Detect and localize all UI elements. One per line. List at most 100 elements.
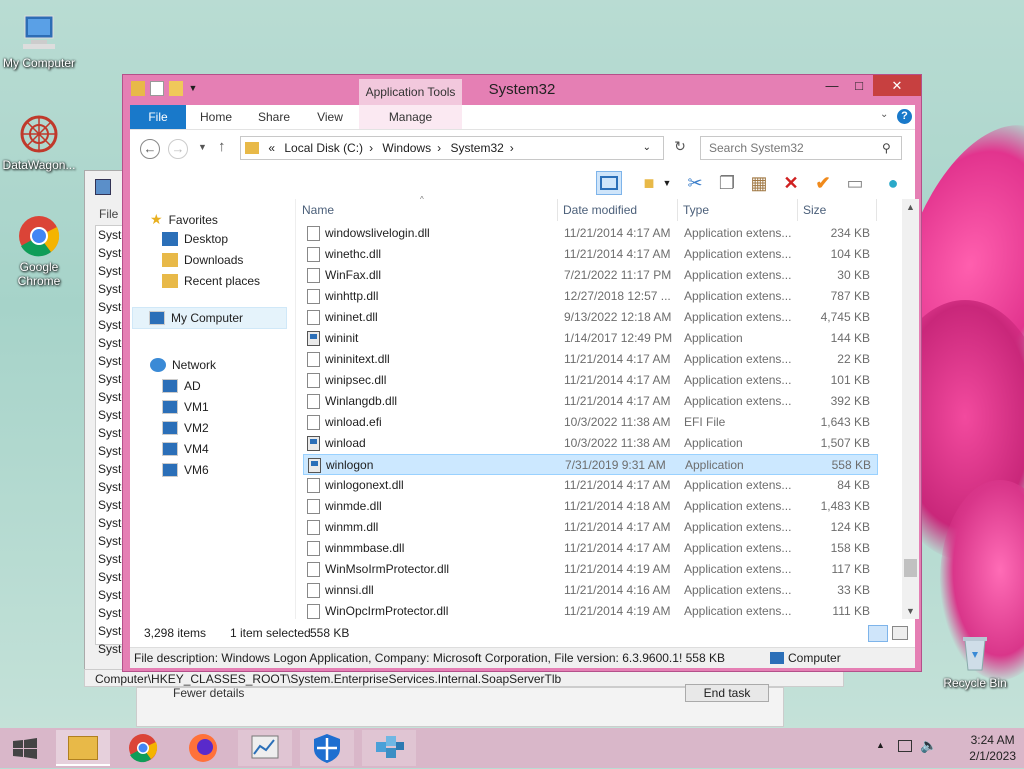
table-row[interactable]: winlogon 7/31/2019 9:31 AM Application 558 … bbox=[303, 454, 878, 475]
up-arrow-icon[interactable]: ↑ bbox=[218, 138, 226, 155]
taskbar-defender[interactable] bbox=[300, 730, 354, 766]
file-name: winmmbase.dll bbox=[325, 541, 405, 555]
nav-machine-vm2[interactable]: VM2 bbox=[162, 421, 209, 435]
column-header-size[interactable]: Size bbox=[797, 199, 877, 221]
end-task-button[interactable]: End task bbox=[685, 684, 769, 702]
refresh-icon[interactable]: ↻ bbox=[670, 138, 690, 155]
column-header-name[interactable]: Name bbox=[296, 199, 558, 221]
desktop-icon-recycle-bin[interactable]: Recycle Bin bbox=[936, 630, 1014, 690]
tab-home[interactable]: Home bbox=[196, 105, 236, 129]
dll-file-icon bbox=[307, 478, 320, 493]
help-icon[interactable]: ? bbox=[897, 109, 912, 124]
address-bar[interactable]: « Local Disk (C:) › Windows › System32 › ⌄ bbox=[240, 136, 664, 160]
file-size: 1,643 KB bbox=[820, 415, 870, 429]
clock[interactable]: 3:24 AM 2/1/2023 bbox=[969, 732, 1016, 764]
nav-desktop[interactable]: Desktop bbox=[162, 232, 228, 246]
title-bar[interactable]: ▼ Application Tools System32 — □ ✕ bbox=[123, 75, 921, 106]
table-row[interactable]: winethc.dll 11/21/2014 4:17 AM Application… bbox=[303, 244, 878, 265]
nav-recent-places[interactable]: Recent places bbox=[162, 274, 260, 288]
search-icon[interactable]: ⚲ bbox=[882, 141, 891, 155]
table-row[interactable]: winmm.dll 11/21/2014 4:17 AM Application e… bbox=[303, 517, 878, 538]
file-list-scrollbar[interactable]: ▲ ▼ bbox=[902, 199, 919, 619]
table-row[interactable]: winhttp.dll 12/27/2018 12:57 ... Applicati… bbox=[303, 286, 878, 307]
maximize-button[interactable]: □ bbox=[846, 75, 872, 96]
nav-machine-vm4[interactable]: VM4 bbox=[162, 442, 209, 456]
network-status-icon[interactable] bbox=[898, 740, 912, 752]
desktop-icon-my-computer[interactable]: My Computer bbox=[0, 10, 78, 70]
address-dropdown-icon[interactable]: ⌄ bbox=[643, 137, 651, 159]
dll-file-icon bbox=[307, 394, 320, 409]
preview-pane-icon[interactable] bbox=[596, 171, 622, 195]
large-icons-view-icon[interactable] bbox=[892, 626, 908, 640]
selected-count: 1 item selected bbox=[230, 626, 311, 640]
tab-manage[interactable]: Manage bbox=[359, 105, 462, 129]
dll-file-icon bbox=[307, 268, 320, 283]
table-row[interactable]: winload.efi 10/3/2022 11:38 AM EFI File 1,6… bbox=[303, 412, 878, 433]
nav-my-computer[interactable]: My Computer bbox=[132, 307, 287, 329]
clock-date: 2/1/2023 bbox=[969, 749, 1016, 763]
nav-downloads[interactable]: Downloads bbox=[162, 253, 243, 267]
table-row[interactable]: winload 10/3/2022 11:38 AM Application 1,50… bbox=[303, 433, 878, 454]
delete-icon[interactable]: ✕ bbox=[778, 171, 804, 195]
paste-icon[interactable]: ▦ bbox=[746, 171, 772, 195]
rename-icon[interactable]: ▭ bbox=[842, 171, 868, 195]
scroll-down-arrow-icon[interactable]: ▼ bbox=[902, 603, 919, 619]
tab-file[interactable]: File bbox=[130, 105, 186, 129]
taskbar-chrome[interactable] bbox=[116, 730, 170, 766]
folder-options-icon[interactable]: ■ bbox=[636, 171, 662, 195]
table-row[interactable]: winipsec.dll 11/21/2014 4:17 AM Applicatio… bbox=[303, 370, 878, 391]
properties-globe-icon[interactable]: ● bbox=[880, 171, 906, 195]
breadcrumb-windows[interactable]: Windows bbox=[382, 141, 431, 155]
recent-locations-chevron-icon[interactable]: ▼ bbox=[198, 142, 207, 152]
details-view-icon[interactable] bbox=[868, 625, 888, 642]
table-row[interactable]: windowslivelogin.dll 11/21/2014 4:17 AM Ap… bbox=[303, 223, 878, 244]
menu-file[interactable]: File bbox=[99, 207, 118, 221]
minimize-button[interactable]: — bbox=[819, 75, 845, 96]
table-row[interactable]: wininitext.dll 11/21/2014 4:17 AM Applicat… bbox=[303, 349, 878, 370]
table-row[interactable]: WinFax.dll 7/21/2022 11:17 PM Application … bbox=[303, 265, 878, 286]
search-input[interactable]: Search System32 bbox=[700, 136, 902, 160]
nav-network[interactable]: Network bbox=[150, 358, 216, 372]
close-button[interactable]: ✕ bbox=[873, 75, 921, 96]
explorer-window[interactable]: ▼ Application Tools System32 — □ ✕ File … bbox=[122, 74, 922, 672]
table-row[interactable]: winlogonext.dll 11/21/2014 4:17 AM Applica… bbox=[303, 475, 878, 496]
scroll-up-arrow-icon[interactable]: ▲ bbox=[902, 199, 919, 215]
table-row[interactable]: wininet.dll 9/13/2022 12:18 AM Application… bbox=[303, 307, 878, 328]
forward-button[interactable]: → bbox=[168, 139, 188, 159]
breadcrumb-system32[interactable]: System32 bbox=[450, 141, 503, 155]
nav-favorites[interactable]: ★ Favorites bbox=[150, 211, 218, 228]
column-header-type[interactable]: Type bbox=[677, 199, 798, 221]
desktop-icon-datawagon[interactable]: DataWagon... bbox=[0, 112, 78, 172]
chevron-down-icon[interactable]: ⌄ bbox=[880, 109, 888, 120]
show-hidden-icons-icon[interactable]: ▲ bbox=[876, 740, 885, 750]
nav-machine-vm6[interactable]: VM6 bbox=[162, 463, 209, 477]
column-header-date[interactable]: Date modified bbox=[557, 199, 678, 221]
volume-icon[interactable]: 🔈 bbox=[920, 737, 937, 754]
table-row[interactable]: wininit 1/14/2017 12:49 PM Application 144 … bbox=[303, 328, 878, 349]
tab-share[interactable]: Share bbox=[252, 105, 296, 129]
file-name: winhttp.dll bbox=[325, 289, 379, 303]
taskbar-firefox[interactable] bbox=[176, 730, 230, 766]
nav-machine-vm1[interactable]: VM1 bbox=[162, 400, 209, 414]
table-row[interactable]: winmde.dll 11/21/2014 4:18 AM Application … bbox=[303, 496, 878, 517]
file-type: Application extens... bbox=[684, 562, 792, 576]
breadcrumb-local-disk[interactable]: Local Disk (C:) bbox=[284, 141, 363, 155]
scroll-thumb[interactable] bbox=[904, 559, 917, 577]
back-button[interactable]: ← bbox=[140, 139, 160, 159]
copy-icon[interactable]: ❐ bbox=[714, 171, 740, 195]
taskbar-performance-monitor[interactable] bbox=[238, 730, 292, 766]
table-row[interactable]: winmmbase.dll 11/21/2014 4:17 AM Applicati… bbox=[303, 538, 878, 559]
chevron-down-icon[interactable]: ▼ bbox=[660, 171, 674, 195]
taskbar-file-explorer[interactable] bbox=[56, 730, 110, 766]
tab-view[interactable]: View bbox=[310, 105, 350, 129]
start-button[interactable] bbox=[0, 730, 50, 766]
table-row[interactable]: winnsi.dll 11/21/2014 4:16 AM Application … bbox=[303, 580, 878, 601]
table-row[interactable]: WinMsoIrmProtector.dll 11/21/2014 4:19 AM… bbox=[303, 559, 878, 580]
nav-machine-ad[interactable]: AD bbox=[162, 379, 201, 393]
checkmark-icon[interactable]: ✔ bbox=[810, 171, 836, 195]
taskbar-registry-editor[interactable] bbox=[362, 730, 416, 766]
cut-icon[interactable]: ✂ bbox=[682, 171, 708, 195]
desktop-icon-chrome[interactable]: Google Chrome bbox=[0, 214, 78, 288]
table-row[interactable]: Winlangdb.dll 11/21/2014 4:17 AM Applicati… bbox=[303, 391, 878, 412]
fewer-details-link[interactable]: Fewer details bbox=[173, 686, 244, 700]
